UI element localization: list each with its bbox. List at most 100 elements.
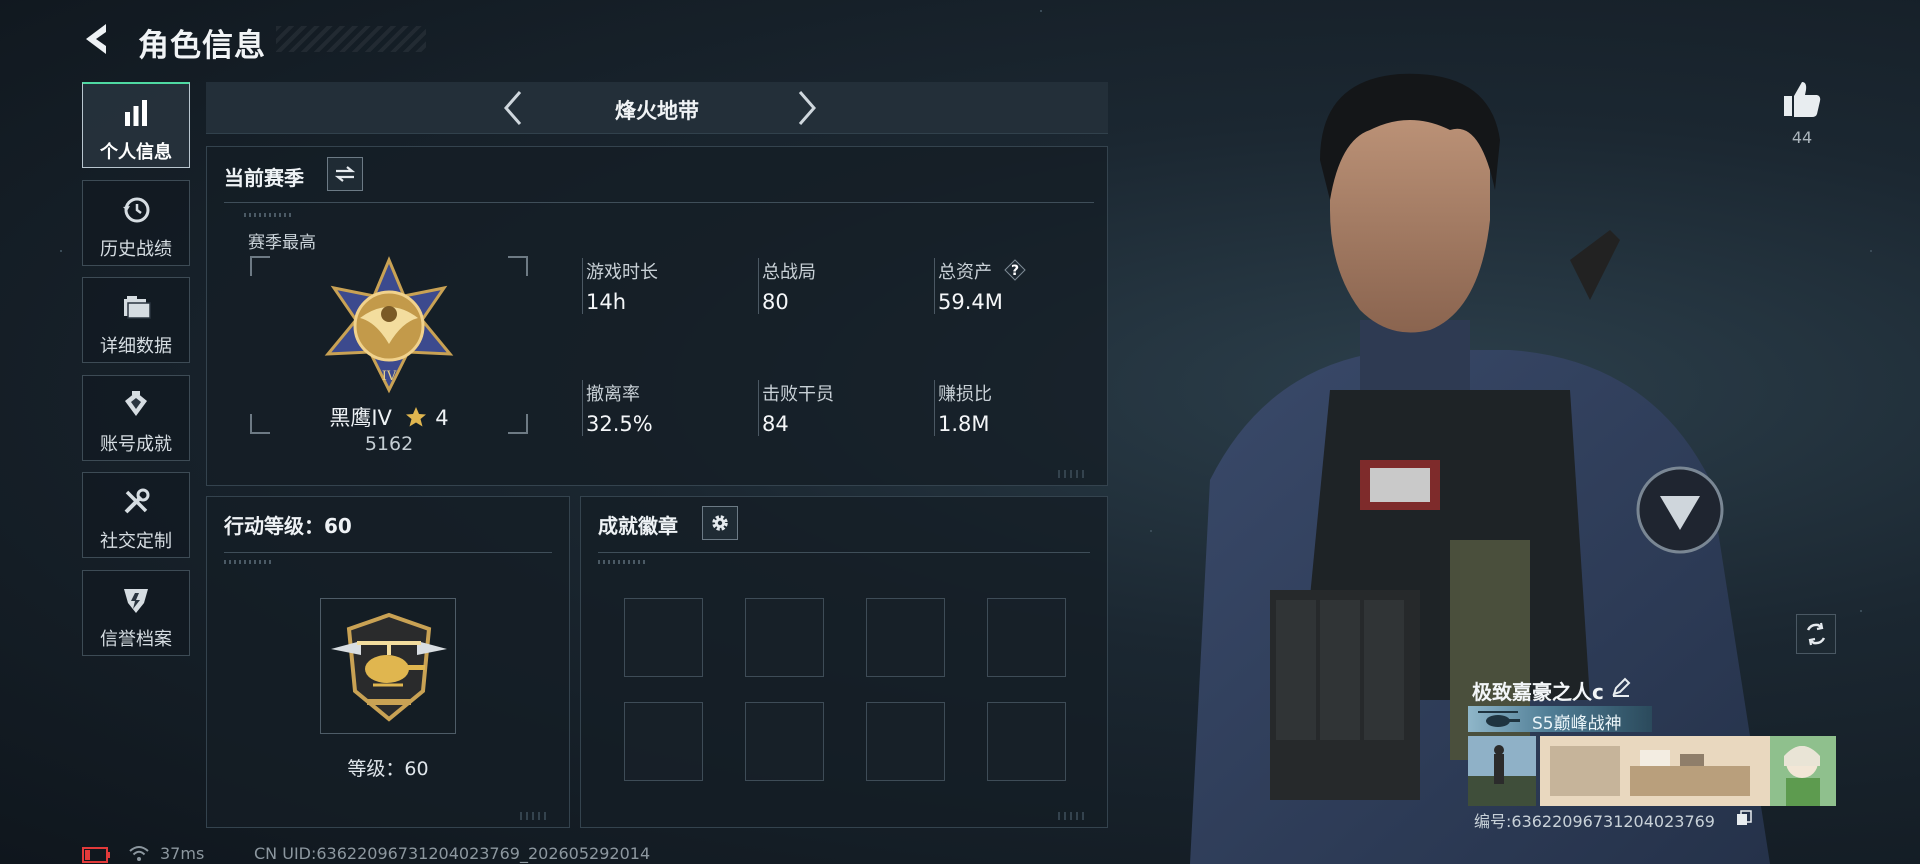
sidebar-item-label: 社交定制	[100, 531, 172, 552]
stat-divider	[934, 380, 935, 436]
grid-dot	[1040, 10, 1042, 12]
stat-value-profit-ratio: 1.8M	[938, 412, 990, 436]
corner-decoration	[520, 812, 548, 820]
player-card: 极致嘉豪之人c S5巅峰战神 编号:63622096731204023769	[1468, 668, 1836, 831]
chevron-right-icon[interactable]	[786, 86, 826, 130]
wifi-icon	[129, 846, 149, 861]
stat-divider	[582, 380, 583, 436]
title-decoration	[276, 26, 426, 52]
title-badge[interactable]: S5巅峰战神	[1468, 706, 1652, 734]
gear-icon	[712, 515, 728, 531]
helicopter-emblem-icon	[331, 612, 447, 722]
page-title: 角色信息	[138, 28, 266, 64]
sidebar-item-history[interactable]: 历史战绩	[82, 180, 190, 266]
action-level-title: 行动等级：60	[224, 514, 352, 538]
rank-name: 黑鹰IV	[329, 406, 392, 430]
stat-value-kills: 84	[762, 412, 789, 436]
banner-image[interactable]	[1540, 736, 1836, 806]
season-title: 当前赛季	[224, 166, 304, 190]
frame-corner	[250, 256, 270, 276]
rank-points: 5162	[364, 433, 414, 455]
stat-value-extract-rate: 32.5%	[586, 412, 653, 436]
thumbs-up-icon[interactable]	[1780, 78, 1824, 122]
stat-label-text: 总资产	[938, 262, 992, 283]
helicopter-icon	[1478, 711, 1520, 727]
sidebar-item-social-custom[interactable]: 社交定制	[82, 472, 190, 558]
medal-icon	[125, 391, 147, 416]
achievement-slot[interactable]	[745, 702, 824, 781]
achievement-slot[interactable]	[987, 598, 1066, 677]
sidebar-item-achievements[interactable]: 账号成就	[82, 375, 190, 461]
ping-text: 37ms	[160, 844, 205, 863]
achievement-title: 成就徽章	[598, 514, 678, 538]
tools-icon	[124, 488, 150, 514]
rank-emblem-icon: IV	[324, 256, 454, 394]
edit-pencil-icon[interactable]	[1610, 676, 1632, 698]
player-id: 编号:63622096731204023769	[1474, 812, 1715, 831]
player-name: 极致嘉豪之人c	[1472, 680, 1604, 704]
title-badge-text: S5巅峰战神	[1532, 714, 1622, 734]
season-best-label: 赛季最高	[248, 233, 316, 253]
corner-decoration	[1058, 812, 1086, 820]
swap-icon	[334, 166, 356, 182]
sidebar-item-label: 信誉档案	[100, 629, 172, 650]
status-bar: 37ms CN UID:63622096731204023769_2026052…	[82, 844, 782, 864]
bar-chart-icon	[125, 100, 147, 126]
grid-dot	[60, 250, 62, 252]
corner-decoration	[1058, 470, 1086, 478]
tick-decoration	[598, 560, 648, 564]
rotate-view-button[interactable]	[1796, 614, 1836, 654]
help-icon[interactable]: ?	[1004, 259, 1026, 281]
svg-text:IV: IV	[382, 369, 397, 384]
like-count: 44	[1791, 128, 1813, 147]
stat-divider	[582, 258, 583, 314]
banner-thumbnail[interactable]	[1468, 736, 1536, 806]
stat-divider	[758, 380, 759, 436]
divider	[224, 552, 552, 553]
history-clock-icon	[123, 197, 150, 223]
sidebar-item-label: 详细数据	[100, 336, 172, 357]
uid-text: CN UID:63622096731204023769_202605292014	[254, 844, 651, 863]
stat-divider	[758, 258, 759, 314]
grid-dot	[1860, 610, 1862, 612]
tick-decoration	[244, 213, 294, 217]
help-glyph: ?	[1011, 263, 1019, 279]
stat-label-playtime: 游戏时长	[586, 262, 658, 283]
stat-label-extract-rate: 撤离率	[586, 384, 640, 405]
achievement-slot[interactable]	[745, 598, 824, 677]
achievement-slot[interactable]	[624, 598, 703, 677]
stat-label-kills: 击败干员	[762, 384, 834, 405]
divider	[598, 552, 1090, 553]
mode-title: 烽火地带	[615, 99, 699, 123]
stat-label-total-matches: 总战局	[762, 262, 816, 283]
page-header: 角色信息	[80, 18, 430, 64]
switch-season-button[interactable]	[327, 157, 363, 191]
back-arrow-icon[interactable]	[80, 20, 114, 58]
mode-selector: 烽火地带	[206, 82, 1108, 134]
achievement-slot[interactable]	[866, 702, 945, 781]
grid-dot	[1870, 250, 1872, 252]
sidebar-item-reputation[interactable]: 信誉档案	[82, 570, 190, 656]
stat-label-profit-ratio: 赚损比	[938, 384, 992, 405]
frame-corner	[508, 256, 528, 276]
divider	[224, 202, 1094, 203]
achievement-slot[interactable]	[866, 598, 945, 677]
achievement-settings-button[interactable]	[702, 506, 738, 540]
rank-stars: 4	[435, 406, 449, 430]
rank-name-row: 黑鹰IV 4	[250, 402, 528, 432]
sidebar-item-label: 账号成就	[100, 434, 172, 455]
stat-value-playtime: 14h	[586, 290, 627, 314]
sidebar-item-personal-info[interactable]: 个人信息	[82, 82, 190, 168]
copy-icon[interactable]	[1736, 810, 1752, 826]
reputation-icon	[124, 589, 148, 613]
stat-label-total-assets: 总资产 ?	[938, 258, 1026, 284]
sidebar-item-label: 个人信息	[100, 142, 172, 163]
star-icon	[405, 407, 426, 427]
stat-value-total-assets: 59.4M	[938, 290, 1003, 314]
sidebar-item-detailed-data[interactable]: 详细数据	[82, 277, 190, 363]
sidebar-item-label: 历史战绩	[100, 239, 172, 260]
stat-divider	[934, 258, 935, 314]
achievement-slot[interactable]	[624, 702, 703, 781]
achievement-slot[interactable]	[987, 702, 1066, 781]
folder-icon	[124, 296, 151, 319]
